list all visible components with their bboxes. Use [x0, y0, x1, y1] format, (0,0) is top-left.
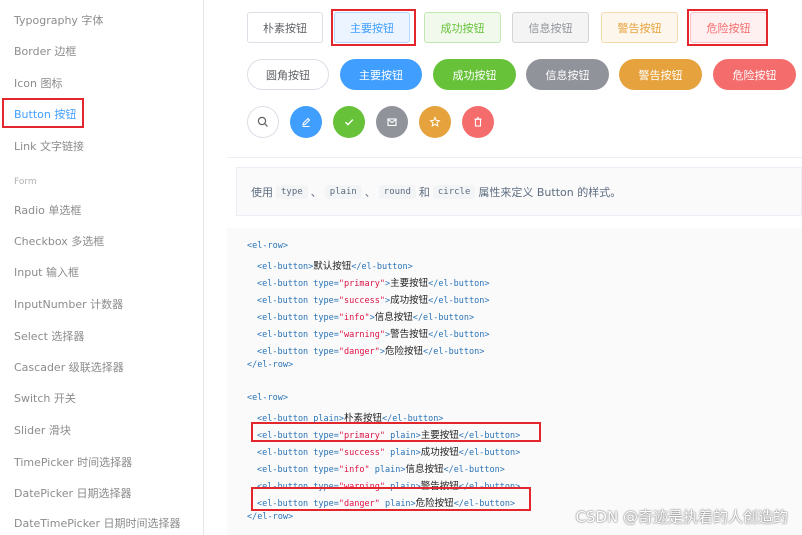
code-line: <el-button type="warning">警告按钮</el-butto…	[257, 329, 490, 340]
plain-default-button[interactable]: 朴素按钮	[247, 12, 323, 43]
desc-sep: 、	[364, 185, 376, 199]
circle-edit-button[interactable]	[290, 106, 322, 138]
sidebar-item-icon[interactable]: Icon 图标	[14, 75, 63, 91]
code-line: <el-button type="danger">危险按钮</el-button…	[257, 346, 485, 357]
sidebar-item-switch[interactable]: Switch 开关	[14, 390, 76, 406]
circle-search-button[interactable]	[247, 106, 279, 138]
desc-prefix: 使用	[251, 185, 273, 199]
star-icon	[429, 116, 441, 127]
round-success-button[interactable]: 成功按钮	[433, 59, 516, 90]
highlight-box-sidebar-button	[2, 98, 84, 128]
code-line: <el-button type="success">成功按钮</el-butto…	[257, 295, 490, 306]
desc-tag-round: round	[378, 184, 416, 199]
highlight-box-code-danger	[251, 487, 531, 511]
circle-check-button[interactable]	[333, 106, 365, 138]
highlight-box-danger-plain	[687, 9, 768, 46]
code-line: </el-row>	[247, 512, 294, 522]
desc-and: 和	[418, 185, 430, 199]
sidebar-item-inputnumber[interactable]: InputNumber 计数器	[14, 296, 123, 312]
edit-icon	[302, 117, 311, 127]
sidebar-item-datetimepicker[interactable]: DateTimePicker 日期时间选择器	[14, 515, 180, 531]
desc-suffix: 属性来定义 Button 的样式。	[478, 185, 622, 199]
circle-delete-button[interactable]	[462, 106, 494, 138]
demo-panel: 朴素按钮 主要按钮 成功按钮 信息按钮 警告按钮 危险按钮 圆角按钮 主要按钮 …	[227, 0, 802, 158]
round-default-button[interactable]: 圆角按钮	[247, 59, 329, 90]
delete-icon	[474, 117, 482, 127]
check-icon	[345, 119, 354, 126]
round-danger-button[interactable]: 危险按钮	[713, 59, 796, 90]
round-warning-button[interactable]: 警告按钮	[619, 59, 702, 90]
message-icon	[387, 118, 397, 126]
sidebar-item-cascader[interactable]: Cascader 级联选择器	[14, 359, 124, 375]
circle-message-button[interactable]	[376, 106, 408, 138]
sidebar-item-timepicker[interactable]: TimePicker 时间选择器	[14, 454, 132, 470]
code-line: <el-button type="info" plain>信息按钮</el-bu…	[257, 464, 505, 475]
plain-success-button[interactable]: 成功按钮	[424, 12, 501, 43]
highlight-box-code-primary	[251, 422, 541, 442]
description-block: 使用 type 、 plain 、 round 和 circle 属性来定义 B…	[236, 167, 802, 216]
plain-warning-button[interactable]: 警告按钮	[601, 12, 678, 43]
code-line: <el-button type="info">信息按钮</el-button>	[257, 312, 475, 323]
sidebar-nav: Typography 字体 Border 边框 Icon 图标 Button 按…	[0, 0, 204, 535]
sidebar-item-border[interactable]: Border 边框	[14, 43, 76, 59]
highlight-box-primary-plain	[331, 9, 416, 46]
plain-info-button[interactable]: 信息按钮	[512, 12, 589, 43]
code-line: <el-button>默认按钮</el-button>	[257, 261, 413, 272]
code-line: <el-button type="primary">主要按钮</el-butto…	[257, 278, 490, 289]
code-line: <el-row>	[247, 393, 288, 403]
code-line: </el-row>	[247, 360, 294, 370]
search-icon	[257, 116, 268, 127]
sidebar-item-checkbox[interactable]: Checkbox 多选框	[14, 233, 104, 249]
round-primary-button[interactable]: 主要按钮	[340, 59, 422, 90]
sidebar-item-typography[interactable]: Typography 字体	[14, 12, 103, 28]
desc-tag-circle: circle	[432, 184, 476, 199]
desc-tag-plain: plain	[324, 184, 362, 199]
sidebar-item-datepicker[interactable]: DatePicker 日期选择器	[14, 485, 132, 501]
round-info-button[interactable]: 信息按钮	[526, 59, 609, 90]
code-line: <el-button type="success" plain>成功按钮</el…	[257, 447, 521, 458]
watermark: CSDN @奇迹是执着的人创造的	[575, 508, 788, 526]
desc-tag-type: type	[276, 184, 308, 199]
code-block: <el-row> <el-button>默认按钮</el-button> <el…	[227, 228, 802, 535]
desc-sep: 、	[310, 185, 322, 199]
sidebar-item-input[interactable]: Input 输入框	[14, 264, 79, 280]
code-line: <el-row>	[247, 241, 288, 251]
main-content: 朴素按钮 主要按钮 成功按钮 信息按钮 警告按钮 危险按钮 圆角按钮 主要按钮 …	[227, 0, 802, 535]
sidebar-item-link[interactable]: Link 文字链接	[14, 138, 84, 154]
circle-star-button[interactable]	[419, 106, 451, 138]
sidebar-item-radio[interactable]: Radio 单选框	[14, 202, 81, 218]
sidebar-item-slider[interactable]: Slider 滑块	[14, 422, 71, 438]
sidebar-item-select[interactable]: Select 选择器	[14, 328, 84, 344]
sidebar-group-form: Form	[14, 177, 37, 187]
